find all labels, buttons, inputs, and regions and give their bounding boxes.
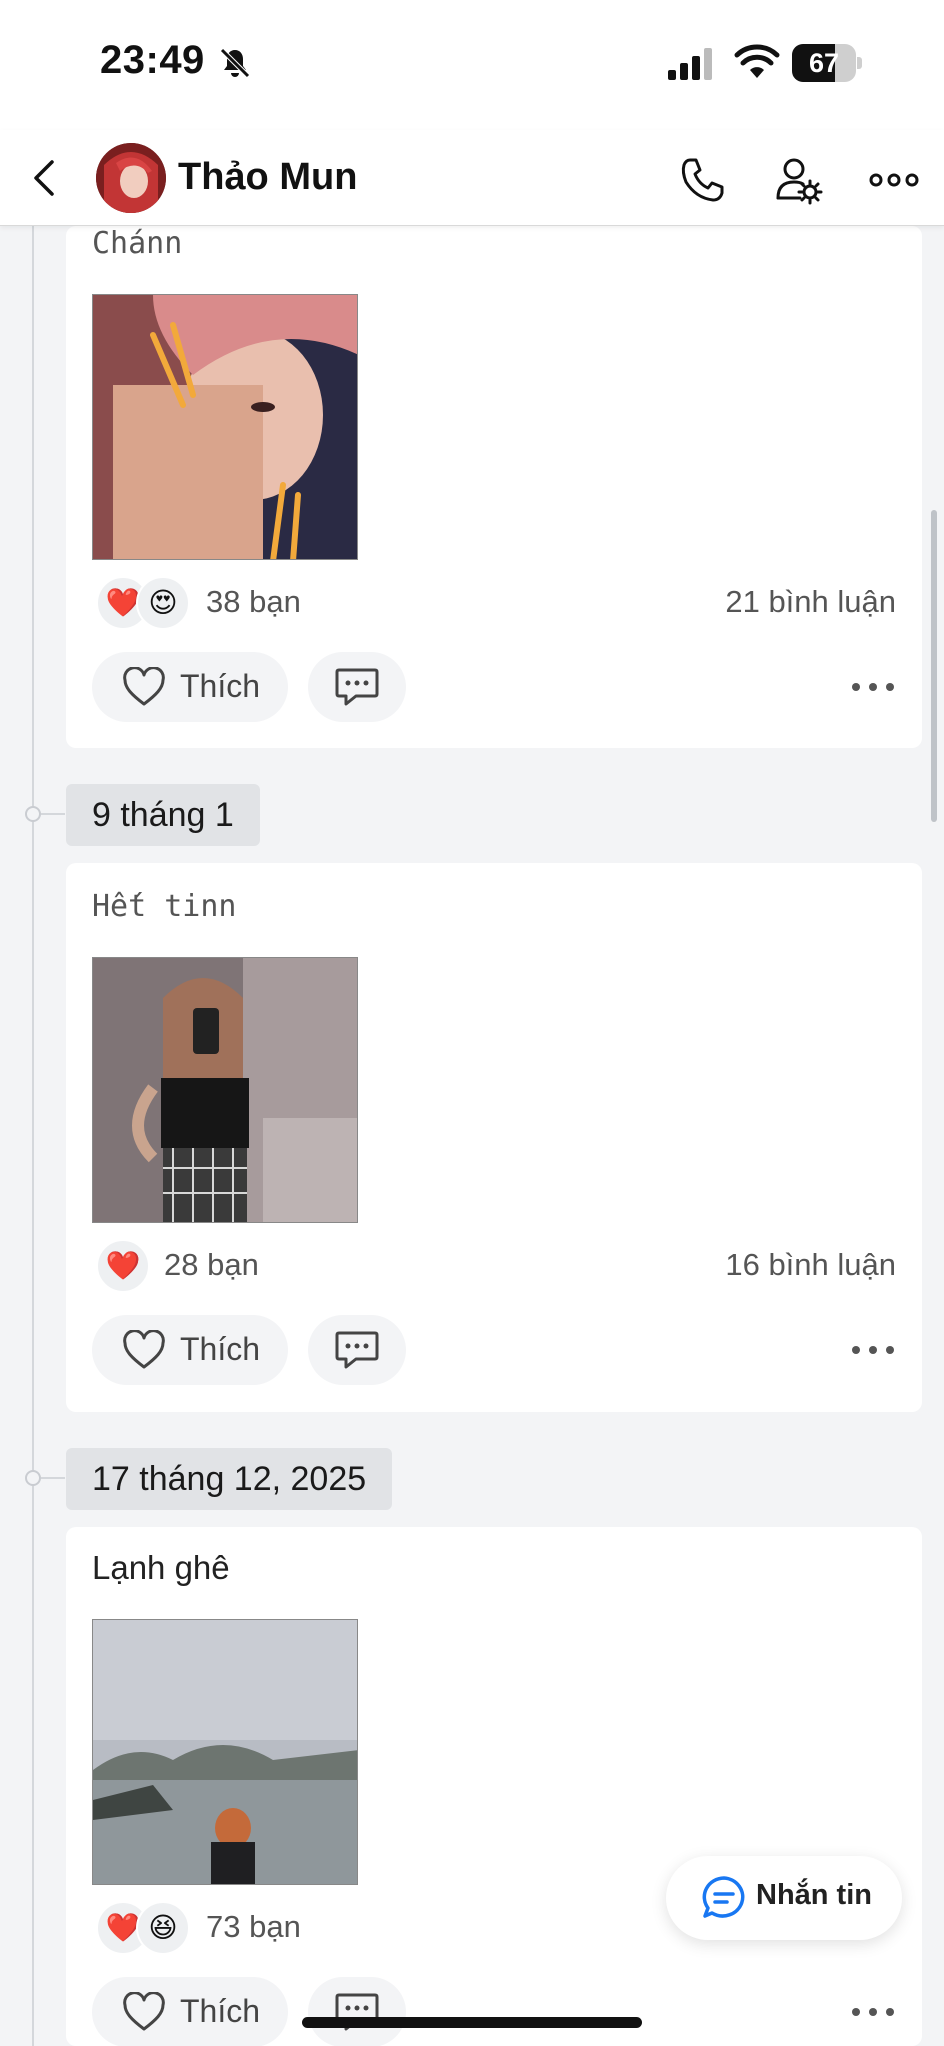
chat-bubble-icon <box>702 1876 745 1918</box>
status-bar: 23:49 67 <box>0 0 944 130</box>
bell-slash-icon <box>220 48 250 78</box>
home-indicator[interactable] <box>302 2017 642 2028</box>
battery-icon: 67 <box>792 44 862 82</box>
heart-eyes-reaction: 😍 <box>136 576 190 630</box>
timeline-dot <box>25 806 41 822</box>
reaction-count: 73 bạn <box>206 1909 301 1944</box>
heart-icon <box>123 1330 165 1369</box>
comment-count[interactable]: 16 bình luận <box>725 1247 896 1283</box>
battery-percent: 67 <box>808 48 840 78</box>
user-settings-icon[interactable] <box>772 154 824 206</box>
like-label: Thích <box>180 1993 261 2029</box>
date-separator: 17 tháng 12, 2025 <box>66 1448 393 1510</box>
signal-icon <box>668 48 712 80</box>
reaction-count: 28 bạn <box>164 1247 259 1282</box>
post-image[interactable] <box>92 957 358 1223</box>
timeline-dot <box>25 1470 41 1486</box>
heart-reaction: ❤️ <box>96 1239 150 1293</box>
heart-icon <box>123 1992 165 2031</box>
heart-icon <box>123 667 165 706</box>
message-button-label: Nhắn tin <box>756 1879 872 1911</box>
scrollbar[interactable] <box>931 510 937 822</box>
contact-name[interactable]: Thảo Mun <box>178 156 357 199</box>
comment-button[interactable] <box>308 1977 406 2046</box>
post-card: Hết tinn ❤️ 28 bạn 16 bình luận Thích <box>66 863 922 1412</box>
back-arrow-icon[interactable] <box>22 154 70 202</box>
status-time: 23:49 <box>100 38 205 82</box>
more-horizontal-icon[interactable] <box>868 154 920 206</box>
post-card: Chánn ❤️ 😍 38 bạn 21 bình luận Thích <box>66 226 922 748</box>
more-horizontal-icon[interactable] <box>850 672 896 702</box>
like-label: Thích <box>180 668 261 704</box>
date-separator: 9 tháng 1 <box>66 784 260 846</box>
comment-count[interactable]: 21 bình luận <box>725 584 896 620</box>
comment-button[interactable] <box>308 652 406 722</box>
post-caption: Lạnh ghê <box>92 1549 230 1586</box>
post-card: Lạnh ghê ❤️ 😆 73 bạn Thích <box>66 1527 922 2046</box>
like-button[interactable]: Thích <box>92 652 288 722</box>
post-caption: Chánn <box>92 226 183 261</box>
chat-header: Thảo Mun <box>0 130 944 226</box>
like-button[interactable]: Thích <box>92 1315 288 1385</box>
like-label: Thích <box>180 1331 261 1367</box>
timeline-tick <box>41 813 65 815</box>
post-caption: Hết tinn <box>92 889 237 924</box>
phone-icon[interactable] <box>676 154 728 206</box>
avatar[interactable] <box>96 143 166 213</box>
post-image[interactable] <box>92 1619 358 1885</box>
comment-button[interactable] <box>308 1315 406 1385</box>
message-button[interactable]: Nhắn tin <box>666 1856 902 1940</box>
like-button[interactable]: Thích <box>92 1977 288 2046</box>
wifi-icon <box>734 44 780 78</box>
laugh-reaction: 😆 <box>136 1901 190 1955</box>
reaction-count: 38 bạn <box>206 584 301 619</box>
timeline-tick <box>41 1477 65 1479</box>
post-image[interactable] <box>92 294 358 560</box>
more-horizontal-icon[interactable] <box>850 1997 896 2027</box>
more-horizontal-icon[interactable] <box>850 1335 896 1365</box>
comment-icon <box>335 1331 379 1369</box>
comment-icon <box>335 668 379 706</box>
timeline-line <box>32 226 34 2046</box>
